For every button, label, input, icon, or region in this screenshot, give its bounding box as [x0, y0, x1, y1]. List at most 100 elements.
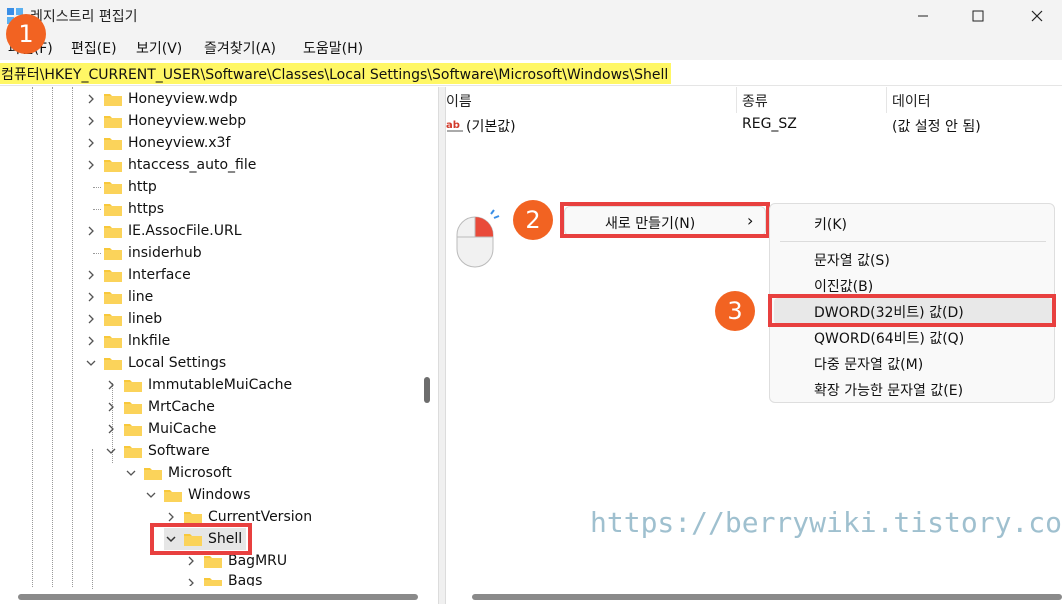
tree-item-label: Honeyview.webp: [128, 113, 247, 129]
chevron-right-icon[interactable]: [104, 374, 118, 396]
minimize-icon: [918, 15, 928, 17]
folder-icon: [104, 270, 122, 282]
step-badge-1: 1: [6, 14, 46, 54]
menu-view[interactable]: 보기(V): [136, 38, 182, 58]
folder-icon: [104, 116, 122, 128]
chevron-right-icon[interactable]: [84, 286, 98, 308]
submenu-item-binary[interactable]: 이진값(B): [814, 276, 873, 296]
tree-guide-line: [52, 87, 53, 587]
column-header-type[interactable]: 종류: [742, 87, 768, 113]
mouse-right-click-icon: [456, 209, 500, 268]
column-separator[interactable]: [736, 87, 737, 113]
tree-item[interactable]: https: [84, 198, 164, 220]
svg-text:ab: ab: [446, 120, 460, 131]
tree-item-microsoft[interactable]: Microsoft: [124, 462, 232, 484]
chevron-right-icon[interactable]: [84, 154, 98, 176]
folder-icon: [104, 358, 122, 370]
tree-item[interactable]: ImmutableMuiCache: [104, 374, 292, 396]
folder-icon: [124, 380, 142, 392]
minimize-button[interactable]: [900, 0, 946, 32]
tree-item-label: line: [128, 289, 154, 305]
tree-pane[interactable]: Honeyview.wdp Honeyview.webp Honeyview.x…: [0, 87, 438, 604]
tree-item-local-settings[interactable]: Local Settings: [84, 352, 226, 374]
column-header-data[interactable]: 데이터: [892, 87, 931, 113]
tree-item[interactable]: MrtCache: [104, 396, 215, 418]
column-header-name[interactable]: 이름: [446, 87, 472, 113]
menu-help[interactable]: 도움말(H): [303, 38, 363, 58]
folder-icon: [104, 160, 122, 172]
tree-item-label: IE.AssocFile.URL: [128, 223, 242, 239]
string-value-icon: ab: [446, 117, 464, 133]
tree-vertical-scrollbar[interactable]: [424, 377, 430, 403]
tree-item-label: Interface: [128, 267, 191, 283]
chevron-right-icon[interactable]: [84, 110, 98, 132]
tree-item-software[interactable]: Software: [104, 440, 210, 462]
tree-item[interactable]: insiderhub: [84, 242, 202, 264]
tree-item-label: htaccess_auto_file: [128, 157, 257, 173]
column-separator[interactable]: [886, 87, 887, 113]
tree-item-label: Windows: [188, 487, 251, 503]
value-type-cell: REG_SZ: [742, 116, 797, 132]
tree-item[interactable]: IE.AssocFile.URL: [84, 220, 242, 242]
submenu-item-qword[interactable]: QWORD(64비트) 값(Q): [814, 328, 964, 348]
folder-icon: [104, 336, 122, 348]
tree-item[interactable]: Interface: [84, 264, 191, 286]
tree-item[interactable]: lineb: [84, 308, 162, 330]
tree-item[interactable]: Honeyview.webp: [84, 110, 246, 132]
submenu-item-multi-string[interactable]: 다중 문자열 값(M): [814, 354, 923, 374]
tree-item[interactable]: htaccess_auto_file: [84, 154, 256, 176]
tree-item-label: BagMRU: [228, 553, 288, 569]
menu-favorites[interactable]: 즐겨찾기(A): [204, 38, 276, 58]
tree-item[interactable]: lnkfile: [84, 330, 170, 352]
chevron-down-icon[interactable]: [104, 440, 118, 462]
folder-icon: [104, 138, 122, 150]
tree-horizontal-scrollbar[interactable]: [18, 594, 418, 600]
submenu-item-expandable-string[interactable]: 확장 가능한 문자열 값(E): [814, 380, 963, 400]
tree-item[interactable]: MuiCache: [104, 418, 216, 440]
pane-splitter[interactable]: [438, 87, 446, 604]
chevron-right-icon[interactable]: [84, 132, 98, 154]
tree-item[interactable]: Honeyview.x3f: [84, 132, 230, 154]
list-horizontal-scrollbar[interactable]: [472, 594, 1062, 600]
submenu-item-string[interactable]: 문자열 값(S): [814, 250, 890, 270]
chevron-right-icon[interactable]: [104, 396, 118, 418]
tree-item-label: Local Settings: [128, 355, 227, 371]
close-button[interactable]: [1014, 0, 1060, 32]
chevron-right-icon[interactable]: [84, 88, 98, 110]
menu-edit[interactable]: 편집(E): [71, 38, 117, 58]
chevron-right-icon[interactable]: [84, 330, 98, 352]
chevron-down-icon[interactable]: [144, 484, 158, 506]
dword-highlight-box: [768, 294, 1056, 327]
tree-item-label: lnkfile: [128, 333, 171, 349]
submenu-item-key[interactable]: 키(K): [814, 214, 847, 234]
chevron-right-icon[interactable]: [84, 264, 98, 286]
folder-icon: [124, 402, 142, 414]
tree-item-label: lineb: [128, 311, 163, 327]
chevron-down-icon[interactable]: [84, 352, 98, 374]
tree-guide-line: [92, 449, 93, 589]
step-badge-3: 3: [715, 291, 755, 331]
address-bar[interactable]: 컴퓨터\HKEY_CURRENT_USER\Software\Classes\L…: [0, 60, 1062, 86]
chevron-right-icon[interactable]: [184, 572, 198, 586]
maximize-button[interactable]: [955, 0, 1001, 32]
tree-item[interactable]: http: [84, 176, 157, 198]
chevron-right-icon[interactable]: [84, 308, 98, 330]
tree-item[interactable]: Bags: [184, 572, 262, 586]
tree-item[interactable]: Honeyview.wdp: [84, 88, 238, 110]
chevron-right-icon[interactable]: [84, 220, 98, 242]
tree-guide-line: [72, 87, 73, 587]
tree-item[interactable]: line: [84, 286, 153, 308]
value-data-cell: (값 설정 안 됨): [892, 119, 981, 135]
folder-icon: [124, 446, 142, 458]
title-bar: 레지스트리 편집기: [0, 0, 1062, 32]
tree-item-label: insiderhub: [128, 245, 202, 261]
watermark: https://berrywiki.tistory.com: [590, 506, 1062, 539]
chevron-down-icon[interactable]: [124, 462, 138, 484]
address-path[interactable]: 컴퓨터\HKEY_CURRENT_USER\Software\Classes\L…: [0, 63, 672, 84]
tree-item-label: Software: [148, 443, 210, 459]
folder-icon: [204, 578, 222, 586]
tree-item-windows[interactable]: Windows: [144, 484, 251, 506]
chevron-right-icon[interactable]: [104, 418, 118, 440]
